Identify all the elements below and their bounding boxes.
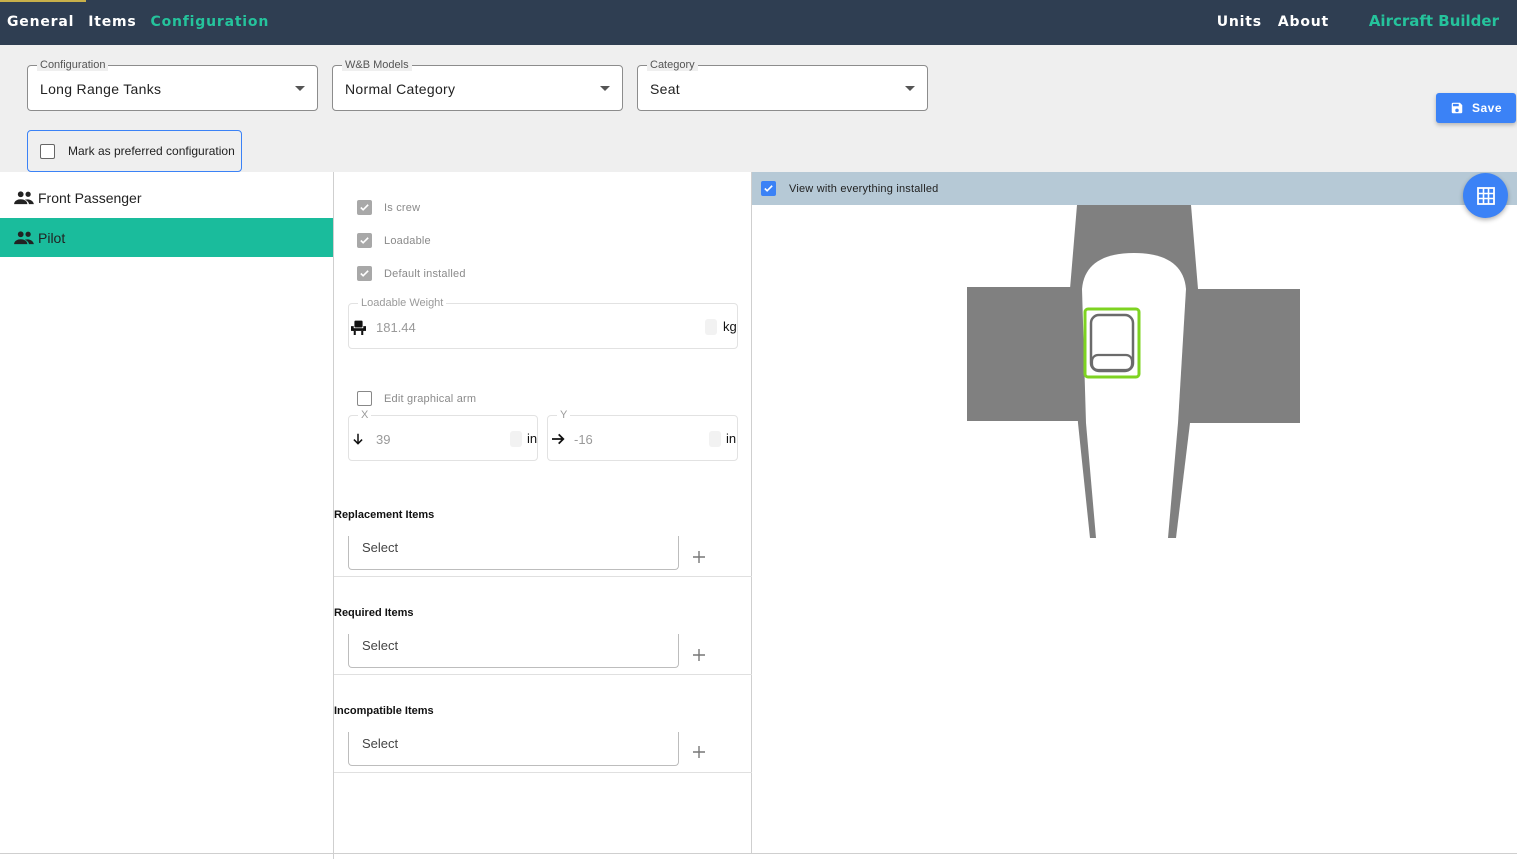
configuration-header: Configuration Long Range Tanks W&B Model… [0, 45, 1517, 172]
arm-y-field[interactable]: Y -16 in [547, 409, 738, 461]
item-list: Front Passenger Pilot [0, 172, 334, 859]
category-select[interactable]: Category Seat [637, 59, 928, 111]
people-icon [14, 190, 34, 204]
arm-x-label: X [358, 409, 372, 421]
chevron-down-icon [600, 86, 610, 91]
aircraft-preview-pane: View with everything installed [752, 172, 1517, 854]
loadable-checkbox[interactable]: Loadable [357, 233, 431, 248]
checkmark-icon[interactable] [357, 233, 372, 248]
nav-configuration[interactable]: Configuration [151, 14, 270, 30]
weight-unit: kg [723, 319, 737, 334]
left-wing [967, 287, 1084, 421]
arm-y-unit: in [726, 431, 737, 446]
is-crew-label: Is crew [384, 201, 421, 214]
loadable-label: Loadable [384, 234, 431, 247]
list-item-pilot[interactable]: Pilot [0, 218, 333, 257]
arm-x-field[interactable]: X 39 in [348, 409, 538, 461]
wb-models-select[interactable]: W&B Models Normal Category [332, 59, 623, 111]
edit-graphical-arm-checkbox[interactable]: Edit graphical arm [357, 391, 476, 406]
grid-toggle-button[interactable] [1463, 173, 1508, 218]
category-select-label: Category [647, 59, 698, 71]
incompatible-items-title: Incompatible Items [334, 705, 434, 717]
nav-accent-line [0, 0, 86, 2]
nav-general[interactable]: General [7, 14, 74, 30]
checkbox-empty-icon[interactable] [40, 143, 55, 159]
top-nav-bar: General Items Configuration Units About … [0, 0, 1517, 45]
floppy-disk-icon [1451, 102, 1463, 114]
list-item-label: Front Passenger [38, 189, 142, 206]
nav-units[interactable]: Units [1217, 14, 1262, 30]
wb-models-select-label: W&B Models [342, 59, 412, 71]
nav-about[interactable]: About [1278, 14, 1329, 30]
loadable-weight-field[interactable]: Loadable Weight 181.44 kg [348, 297, 738, 349]
checkmark-icon[interactable] [357, 266, 372, 281]
arrow-down-icon [353, 433, 363, 445]
section-divider [334, 576, 752, 577]
replacement-items-placeholder: Select [362, 540, 399, 555]
item-properties-form: Is crew Loadable Default installed Loada… [334, 172, 752, 854]
section-divider [334, 772, 752, 773]
save-button[interactable]: Save [1436, 93, 1516, 123]
nav-right-group: Units About [1217, 14, 1329, 30]
preferred-configuration-checkbox[interactable]: Mark as preferred configuration [27, 130, 242, 172]
arm-y-label: Y [557, 409, 571, 421]
aircraft-top-view [967, 205, 1300, 538]
checkmark-icon[interactable] [357, 200, 372, 215]
checkmark-icon [764, 185, 773, 192]
grid-icon [1476, 186, 1495, 205]
incompatible-items-select[interactable]: Select [348, 732, 679, 766]
list-item-front-passenger[interactable]: Front Passenger [0, 178, 333, 217]
brand-title[interactable]: Aircraft Builder [1369, 12, 1499, 30]
arm-x-unit: in [527, 431, 538, 446]
bottom-border [0, 853, 1517, 854]
incompatible-items-placeholder: Select [362, 736, 399, 751]
is-crew-checkbox[interactable]: Is crew [357, 200, 420, 215]
loadable-weight-value[interactable]: 181.44 [376, 320, 416, 335]
right-wing [1184, 289, 1300, 423]
configuration-select-label: Configuration [37, 59, 109, 71]
spinner-icon[interactable] [709, 431, 721, 447]
checkbox-empty-icon[interactable] [357, 391, 372, 406]
cabin-area [1082, 253, 1186, 538]
nav-items[interactable]: Items [88, 14, 136, 30]
arm-y-value[interactable]: -16 [574, 432, 593, 447]
spinner-icon[interactable] [705, 319, 717, 335]
default-installed-checkbox[interactable]: Default installed [357, 266, 466, 281]
required-items-placeholder: Select [362, 638, 399, 653]
seat-icon [351, 320, 366, 335]
arm-x-value[interactable]: 39 [376, 432, 390, 447]
category-select-value: Seat [650, 81, 680, 97]
nav-left-group: General Items Configuration [7, 14, 269, 30]
add-required-item-button[interactable] [691, 647, 707, 663]
pilot-seat-cushion [1090, 353, 1134, 372]
chevron-down-icon [295, 86, 305, 91]
view-everything-installed-checkbox[interactable] [761, 181, 776, 196]
list-item-label: Pilot [38, 229, 66, 246]
save-button-label: Save [1471, 101, 1503, 115]
configuration-select-value: Long Range Tanks [40, 81, 162, 97]
edit-graphical-arm-label: Edit graphical arm [384, 392, 477, 405]
replacement-items-title: Replacement Items [334, 509, 435, 521]
chevron-down-icon [905, 86, 915, 91]
wb-models-select-value: Normal Category [345, 81, 456, 97]
section-divider [334, 674, 752, 675]
default-installed-label: Default installed [384, 267, 466, 280]
loadable-weight-label: Loadable Weight [358, 297, 447, 309]
replacement-items-select[interactable]: Select [348, 536, 679, 570]
spinner-icon[interactable] [510, 431, 522, 447]
people-icon [14, 230, 34, 244]
required-items-title: Required Items [334, 607, 414, 619]
arrow-right-icon [552, 433, 565, 445]
preferred-configuration-label: Mark as preferred configuration [68, 144, 235, 158]
configuration-select[interactable]: Configuration Long Range Tanks [27, 59, 318, 111]
required-items-select[interactable]: Select [348, 634, 679, 668]
view-everything-installed-label: View with everything installed [789, 182, 939, 195]
add-replacement-item-button[interactable] [691, 549, 707, 565]
preview-header: View with everything installed [752, 172, 1517, 205]
add-incompatible-item-button[interactable] [691, 744, 707, 760]
